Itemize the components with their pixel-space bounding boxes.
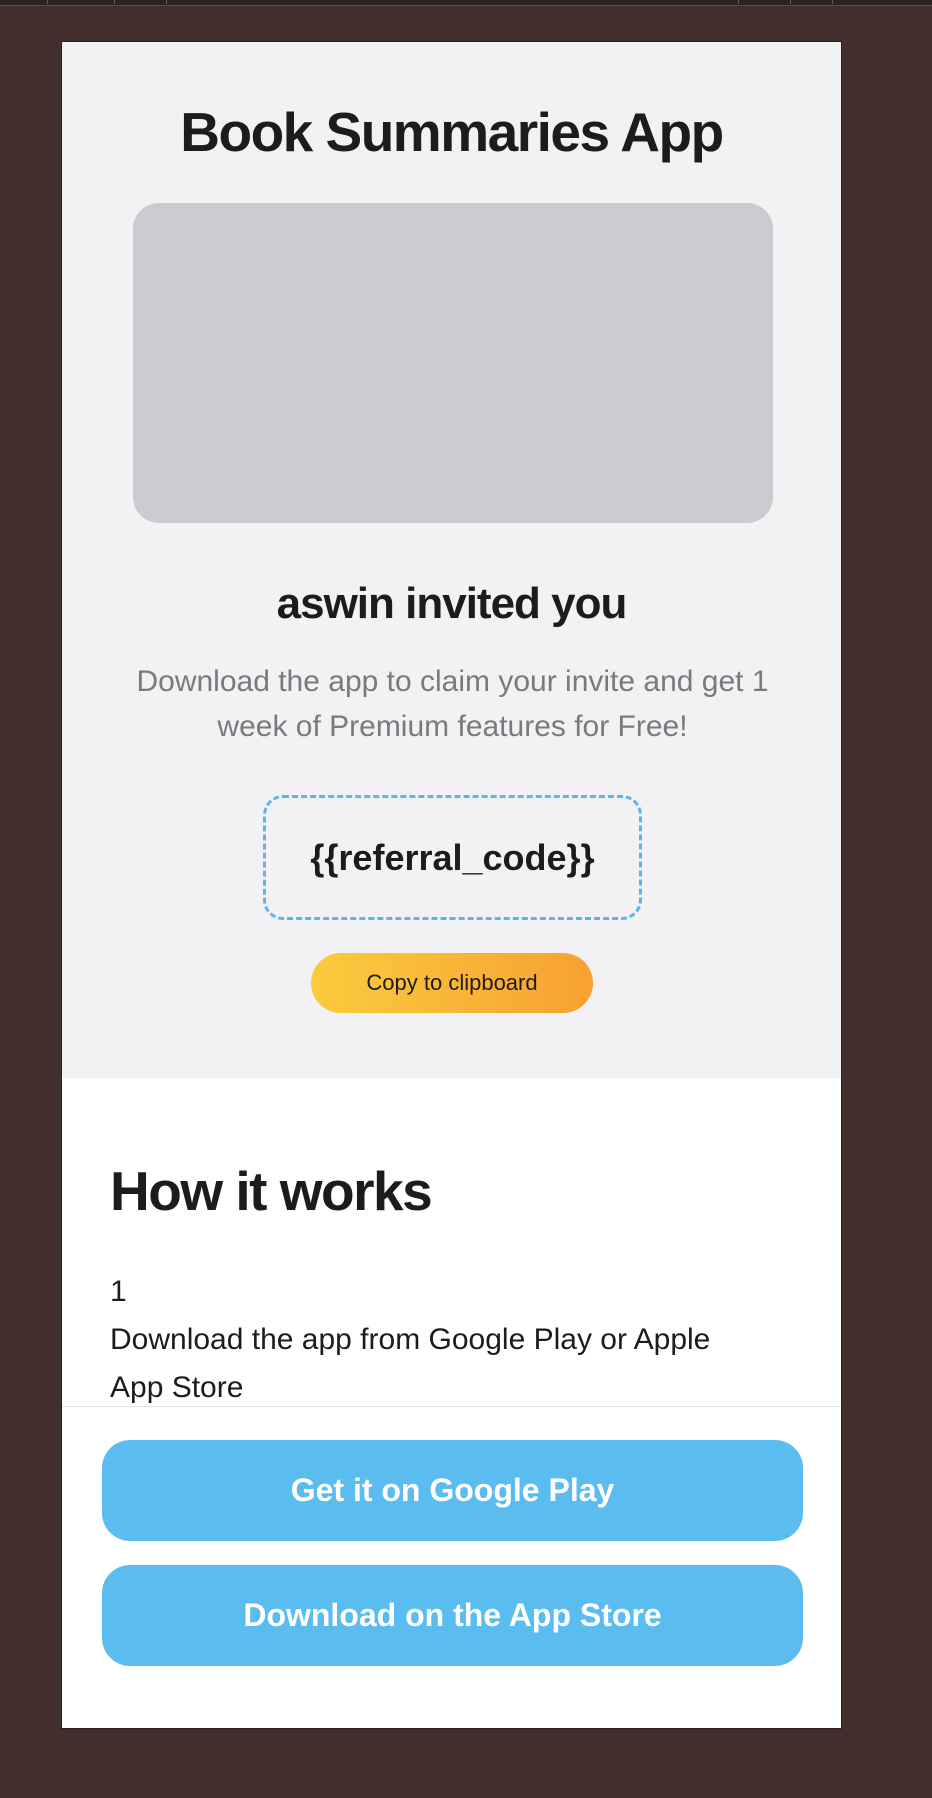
step-text: Download the app from Google Play or App… — [110, 1323, 711, 1404]
app-title: Book Summaries App — [180, 101, 724, 163]
strip-tick — [47, 0, 48, 4]
app-store-button[interactable]: Download on the App Store — [102, 1565, 803, 1666]
phone-viewport[interactable]: Book Summaries App aswin invited you Dow… — [61, 41, 842, 1729]
referral-code-box[interactable]: {{referral_code}} — [263, 795, 642, 920]
copy-to-clipboard-button[interactable]: Copy to clipboard — [311, 953, 593, 1013]
strip-tick — [114, 0, 115, 4]
step-item: 1 Download the app from Google Play or A… — [110, 1268, 760, 1412]
invite-hero: Book Summaries App aswin invited you Dow… — [62, 42, 841, 1078]
strip-tick — [832, 0, 833, 4]
download-cta-bar: Get it on Google Play Download on the Ap… — [62, 1406, 841, 1728]
strip-tick — [166, 0, 167, 4]
step-number: 1 — [110, 1275, 127, 1308]
google-play-button[interactable]: Get it on Google Play — [102, 1440, 803, 1541]
window-top-strip — [0, 0, 932, 6]
strip-tick — [738, 0, 739, 4]
invite-description: Download the app to claim your invite an… — [136, 665, 769, 743]
strip-tick — [790, 0, 791, 4]
referral-code: {{referral_code}} — [310, 836, 595, 878]
how-it-works-title: How it works — [110, 1160, 433, 1222]
hero-image-placeholder — [133, 203, 773, 523]
invite-heading: aswin invited you — [276, 579, 628, 628]
